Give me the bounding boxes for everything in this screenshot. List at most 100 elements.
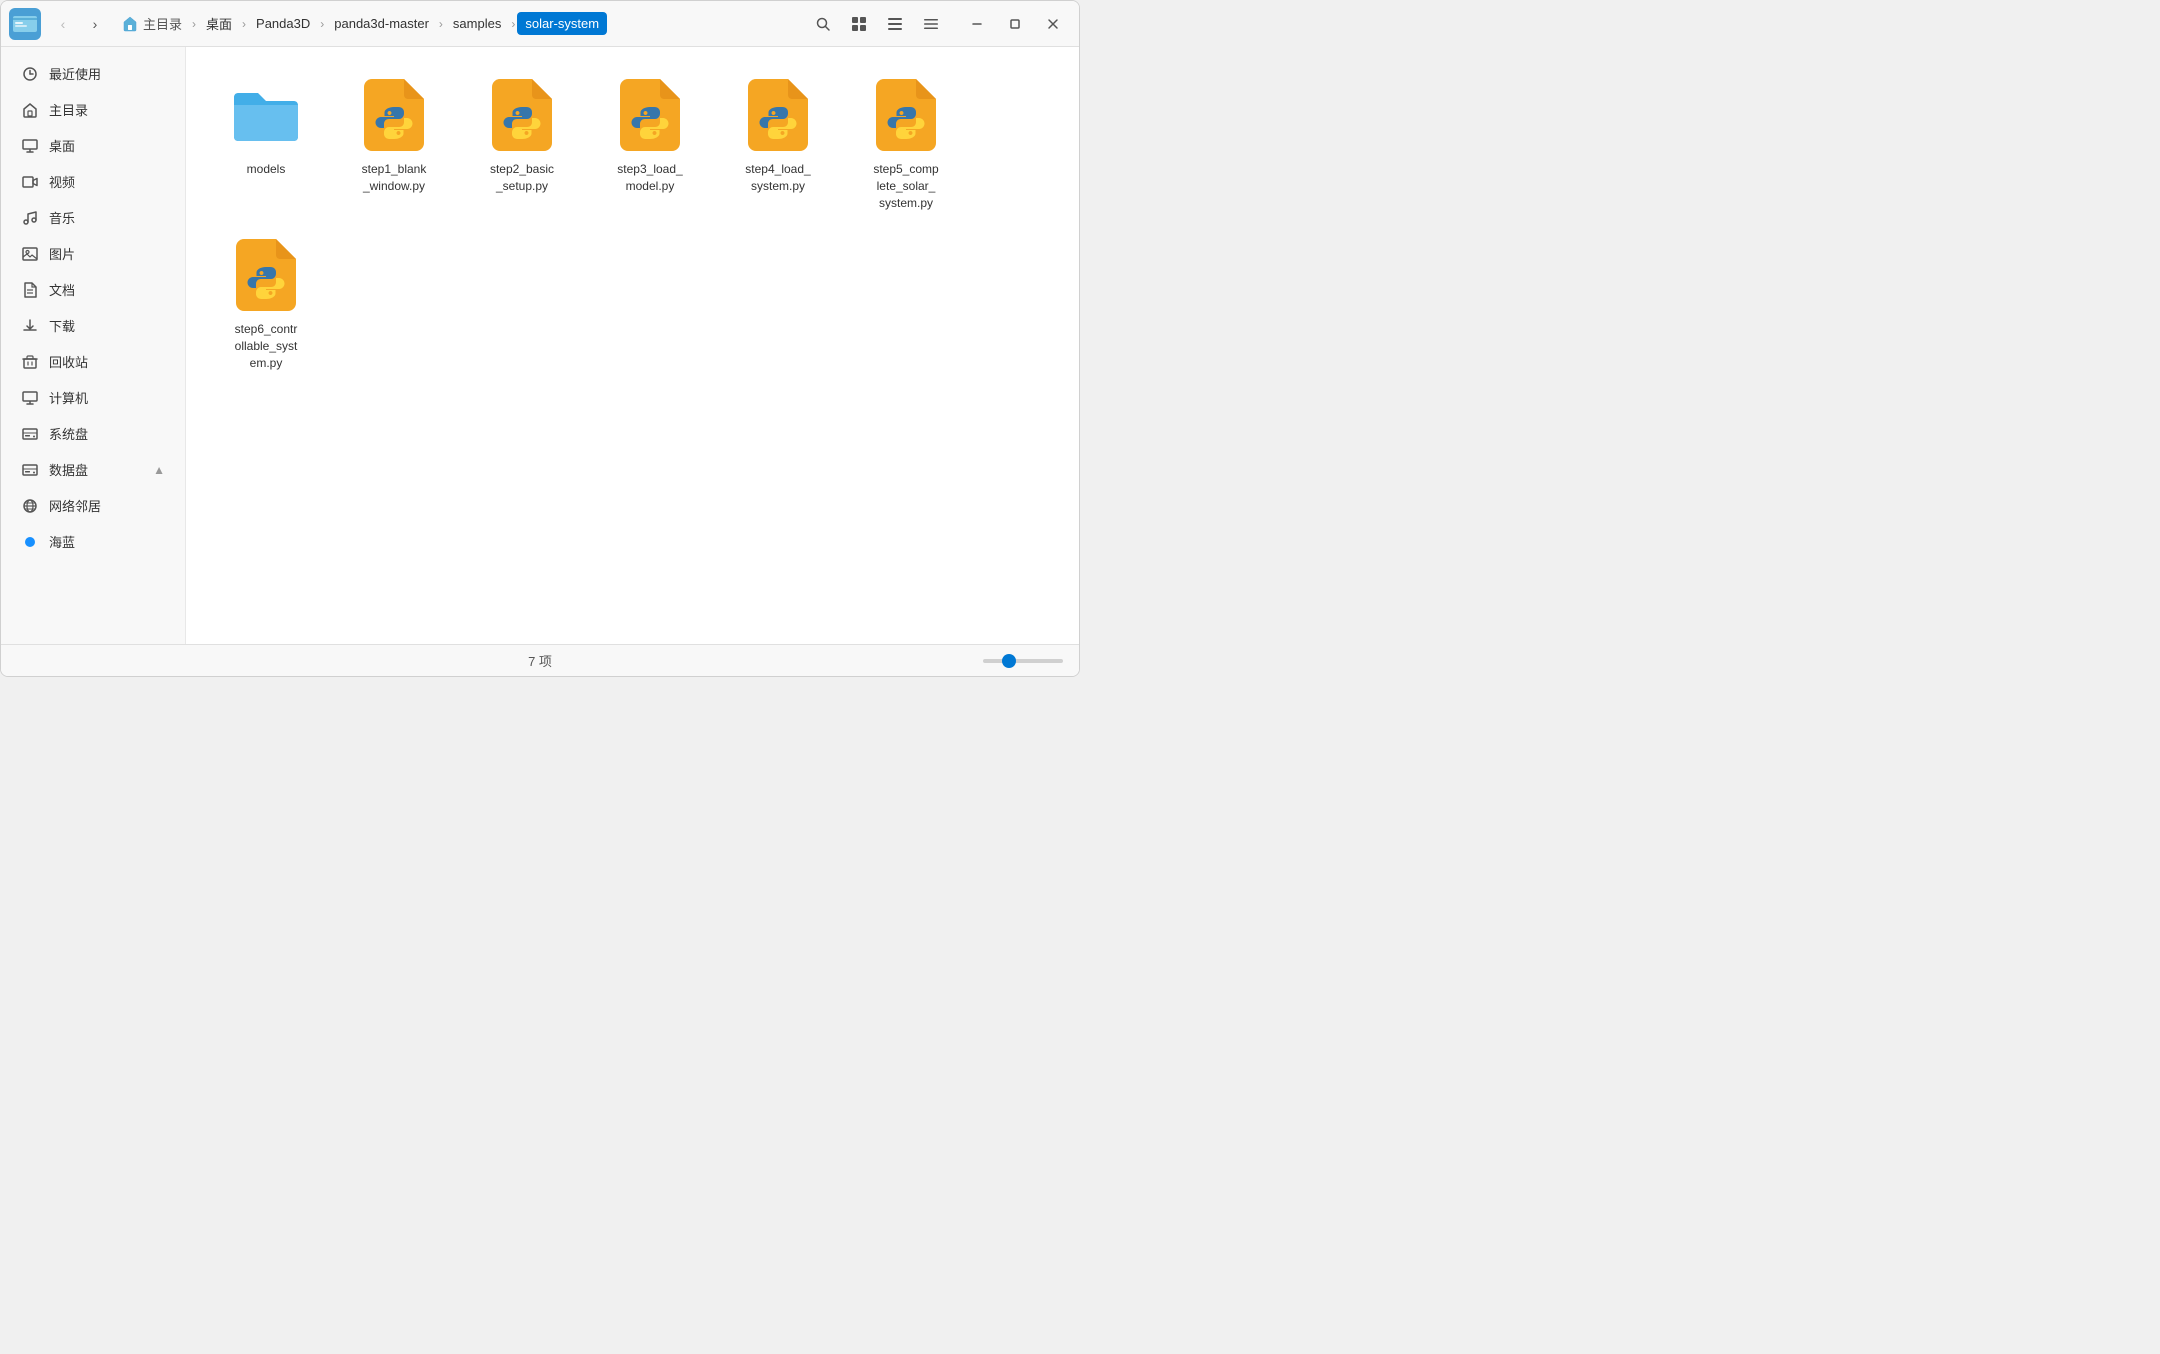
close-button[interactable] [1035, 10, 1071, 38]
breadcrumb-sep-2: › [242, 17, 246, 31]
file-item-step6[interactable]: step6_controllable_system.py [206, 227, 326, 379]
content-area: 最近使用 主目录 [1, 47, 1079, 644]
grid-icon [851, 16, 867, 32]
sidebar-item-sysdisk[interactable]: 系统盘 [5, 416, 181, 451]
sidebar-label-desktop: 桌面 [49, 136, 75, 155]
computer-icon [21, 389, 39, 407]
clock-icon [21, 65, 39, 83]
sidebar-label-hailan: 海蓝 [49, 532, 75, 551]
sidebar-item-desktop[interactable]: 桌面 [5, 128, 181, 163]
breadcrumb-item-solar-system[interactable]: solar-system [517, 12, 607, 35]
file-label-models: models [247, 161, 286, 178]
breadcrumb-home[interactable]: 主目录 [113, 10, 190, 37]
trash-icon [21, 353, 39, 371]
maximize-button[interactable] [997, 10, 1033, 38]
app-icon [9, 8, 41, 40]
breadcrumb-sep-4: › [439, 17, 443, 31]
py-icon-step5 [870, 75, 942, 155]
breadcrumb-sep-3: › [320, 17, 324, 31]
music-icon [21, 209, 39, 227]
py-icon-step6 [230, 235, 302, 315]
hailan-dot-icon [21, 533, 39, 551]
sidebar-item-hailan[interactable]: 海蓝 [5, 524, 181, 559]
menu-button[interactable] [915, 8, 947, 40]
sidebar-item-trash[interactable]: 回收站 [5, 344, 181, 379]
file-label-step3: step3_load_model.py [617, 161, 682, 195]
file-area: models step1_blank_w [186, 47, 1079, 644]
maximize-icon [1009, 18, 1021, 30]
sidebar-item-music[interactable]: 音乐 [5, 200, 181, 235]
breadcrumb: 主目录 › 桌面 › Panda3D › panda3d-master › sa… [113, 10, 803, 37]
file-item-step3[interactable]: step3_load_model.py [590, 67, 710, 219]
file-label-step4: step4_load_system.py [745, 161, 810, 195]
back-button[interactable]: ‹ [49, 10, 77, 38]
document-icon [21, 281, 39, 299]
home-icon [21, 101, 39, 119]
minimize-icon [971, 18, 983, 30]
sidebar-label-home: 主目录 [49, 100, 88, 119]
file-grid: models step1_blank_w [206, 67, 1059, 380]
picture-icon [21, 245, 39, 263]
breadcrumb-item-samples[interactable]: samples [445, 12, 509, 35]
file-item-step5[interactable]: step5_complete_solar_system.py [846, 67, 966, 219]
file-item-models[interactable]: models [206, 67, 326, 219]
file-label-step5: step5_complete_solar_system.py [873, 161, 938, 211]
sidebar-item-home[interactable]: 主目录 [5, 92, 181, 127]
datadisk-icon [21, 461, 39, 479]
forward-button[interactable]: › [81, 10, 109, 38]
sidebar-label-trash: 回收站 [49, 352, 88, 371]
sidebar-label-picture: 图片 [49, 244, 75, 263]
network-icon [21, 497, 39, 515]
file-item-step2[interactable]: step2_basic_setup.py [462, 67, 582, 219]
eject-icon[interactable]: ▲ [153, 463, 165, 477]
sidebar-label-computer: 计算机 [49, 388, 88, 407]
search-button[interactable] [807, 8, 839, 40]
close-icon [1047, 18, 1059, 30]
sidebar-label-recent: 最近使用 [49, 64, 101, 83]
breadcrumb-item-home: 主目录 [143, 14, 182, 33]
list-icon [887, 16, 903, 32]
file-item-step1[interactable]: step1_blank_window.py [334, 67, 454, 219]
py-icon-step2 [486, 75, 558, 155]
file-label-step1: step1_blank_window.py [362, 161, 427, 195]
sidebar-item-computer[interactable]: 计算机 [5, 380, 181, 415]
video-icon [21, 173, 39, 191]
py-icon-step1 [358, 75, 430, 155]
sidebar-label-datadisk: 数据盘 [49, 460, 88, 479]
grid-view-button[interactable] [843, 8, 875, 40]
sidebar-label-video: 视频 [49, 172, 75, 191]
sidebar-label-document: 文档 [49, 280, 75, 299]
download-icon [21, 317, 39, 335]
sidebar-item-video[interactable]: 视频 [5, 164, 181, 199]
sidebar-label-network: 网络邻居 [49, 496, 101, 515]
file-item-step4[interactable]: step4_load_system.py [718, 67, 838, 219]
zoom-slider[interactable] [983, 659, 1063, 663]
sidebar: 最近使用 主目录 [1, 47, 186, 644]
sysdisk-icon [21, 425, 39, 443]
sidebar-item-network[interactable]: 网络邻居 [5, 488, 181, 523]
window-controls [959, 10, 1071, 38]
breadcrumb-item-panda3d[interactable]: Panda3D [248, 12, 318, 35]
toolbar-right [807, 8, 1071, 40]
status-bar: 7 项 [1, 644, 1079, 676]
sidebar-label-sysdisk: 系统盘 [49, 424, 88, 443]
breadcrumb-item-panda3d-master[interactable]: panda3d-master [326, 12, 437, 35]
minimize-button[interactable] [959, 10, 995, 38]
file-manager-window: ‹ › 主目录 › 桌面 › Panda3D › panda3d-master … [0, 0, 1080, 677]
desktop-icon [21, 137, 39, 155]
sidebar-item-datadisk[interactable]: 数据盘 ▲ [5, 452, 181, 487]
py-icon-step4 [742, 75, 814, 155]
sidebar-item-recent[interactable]: 最近使用 [5, 56, 181, 91]
breadcrumb-item-desktop[interactable]: 桌面 [198, 10, 240, 37]
file-label-step6: step6_controllable_system.py [235, 321, 298, 371]
sidebar-item-document[interactable]: 文档 [5, 272, 181, 307]
sidebar-label-download: 下载 [49, 316, 75, 335]
hamburger-icon [923, 16, 939, 32]
sidebar-item-download[interactable]: 下载 [5, 308, 181, 343]
search-icon [815, 16, 831, 32]
py-icon-step3 [614, 75, 686, 155]
sidebar-item-picture[interactable]: 图片 [5, 236, 181, 271]
breadcrumb-sep-1: › [192, 17, 196, 31]
item-count: 7 项 [528, 651, 552, 670]
list-view-button[interactable] [879, 8, 911, 40]
